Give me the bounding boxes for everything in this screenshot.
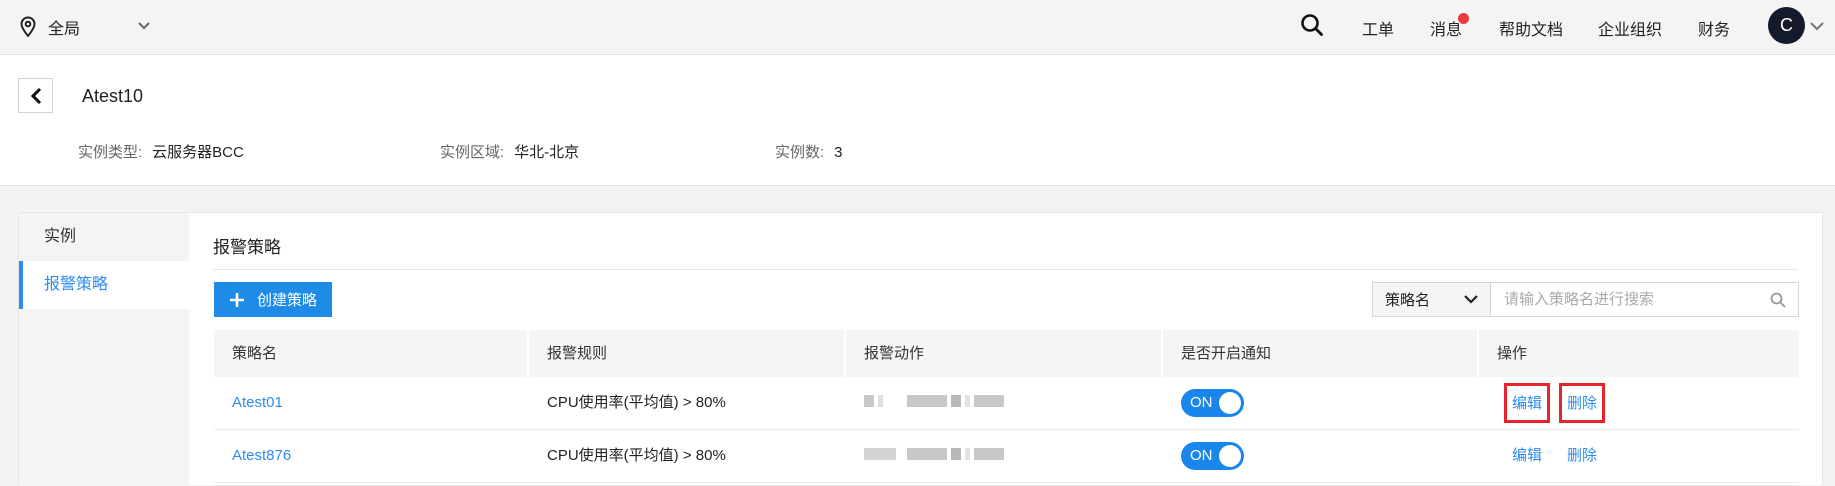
create-policy-label: 创建策略: [256, 292, 317, 309]
policy-name-link[interactable]: Atest01: [214, 377, 283, 429]
instance-header: Atest10 实例类型: 云服务器BCC 实例区域: 华北-北京 实例数: 3: [0, 55, 1835, 186]
edit-button[interactable]: 编辑: [1512, 430, 1542, 482]
chevron-down-icon: [138, 22, 150, 30]
back-button[interactable]: [18, 78, 53, 113]
table-header: 策略名 报警规则 报警动作 是否开启通知 操作: [214, 330, 1799, 377]
search-field-value: 策略名: [1385, 292, 1431, 309]
location-pin-icon: [20, 16, 36, 38]
chevron-left-icon: [30, 87, 41, 104]
column-header: 是否开启通知: [1163, 330, 1479, 377]
page-title: Atest10: [82, 86, 144, 106]
nav-finance[interactable]: 财务: [1698, 16, 1730, 40]
sidebar: 实例 报警策略: [19, 213, 189, 486]
column-header: 策略名: [214, 330, 529, 377]
search-input[interactable]: [1491, 283, 1798, 316]
notify-cell: ON: [1163, 377, 1263, 429]
policy-search: 策略名: [1372, 282, 1799, 317]
top-bar: 全局 工单 消息 帮助文档 企业组织 财务 C: [0, 0, 1835, 55]
column-header: 报警规则: [529, 330, 846, 377]
notify-toggle[interactable]: ON: [1181, 442, 1244, 470]
avatar-letter: C: [1780, 15, 1793, 35]
sidebar-item-instances[interactable]: 实例: [19, 213, 189, 261]
edit-button[interactable]: 编辑: [1504, 383, 1551, 423]
meta-instance-region: 实例区域: 华北-北京: [440, 144, 580, 161]
alarm-rule: CPU使用率(平均值) > 80%: [547, 394, 726, 411]
nav-ticket[interactable]: 工单: [1362, 16, 1394, 40]
delete-button[interactable]: 删除: [1567, 430, 1597, 482]
nav-enterprise[interactable]: 企业组织: [1598, 16, 1662, 40]
search-field-select[interactable]: 策略名: [1373, 283, 1491, 316]
region-selector[interactable]: 全局: [18, 14, 150, 40]
meta-instance-count: 实例数: 3: [775, 144, 843, 161]
chevron-down-icon: [1464, 295, 1478, 304]
region-label: 全局: [48, 21, 81, 38]
column-header: 操作: [1497, 345, 1528, 362]
delete-button[interactable]: 删除: [1559, 383, 1606, 423]
nav-help-docs[interactable]: 帮助文档: [1499, 16, 1563, 40]
notify-cell: ON: [1163, 430, 1263, 482]
panel-title: 报警策略: [213, 238, 281, 257]
create-policy-button[interactable]: 创建策略: [214, 282, 332, 317]
search-icon[interactable]: [1770, 292, 1786, 308]
chevron-down-icon[interactable]: [1810, 22, 1824, 31]
table-row: Atest01 CPU使用率(平均值) > 80% ON 编辑 删除: [214, 377, 1799, 430]
plus-icon: [229, 292, 244, 307]
notify-toggle[interactable]: ON: [1181, 389, 1244, 417]
column-header: 报警动作: [846, 330, 1163, 377]
search-icon[interactable]: [1300, 13, 1324, 37]
content-area: 实例 报警策略 报警策略 创建策略 策略名 策略名 报警规则 报警动作 是否开启…: [18, 212, 1823, 486]
policy-name-link[interactable]: Atest876: [214, 430, 291, 482]
alarm-rule: CPU使用率(平均值) > 80%: [547, 447, 726, 464]
avatar[interactable]: C: [1768, 7, 1805, 44]
meta-instance-type: 实例类型: 云服务器BCC: [78, 144, 244, 161]
divider: [213, 269, 1798, 270]
message-badge: [1458, 13, 1469, 24]
sidebar-item-alarm-policy[interactable]: 报警策略: [19, 261, 189, 309]
policy-table: 策略名 报警规则 报警动作 是否开启通知 操作 Atest01 CPU使用率(平…: [214, 330, 1799, 483]
table-row: Atest876 CPU使用率(平均值) > 80% ON 编辑 删除: [214, 430, 1799, 483]
